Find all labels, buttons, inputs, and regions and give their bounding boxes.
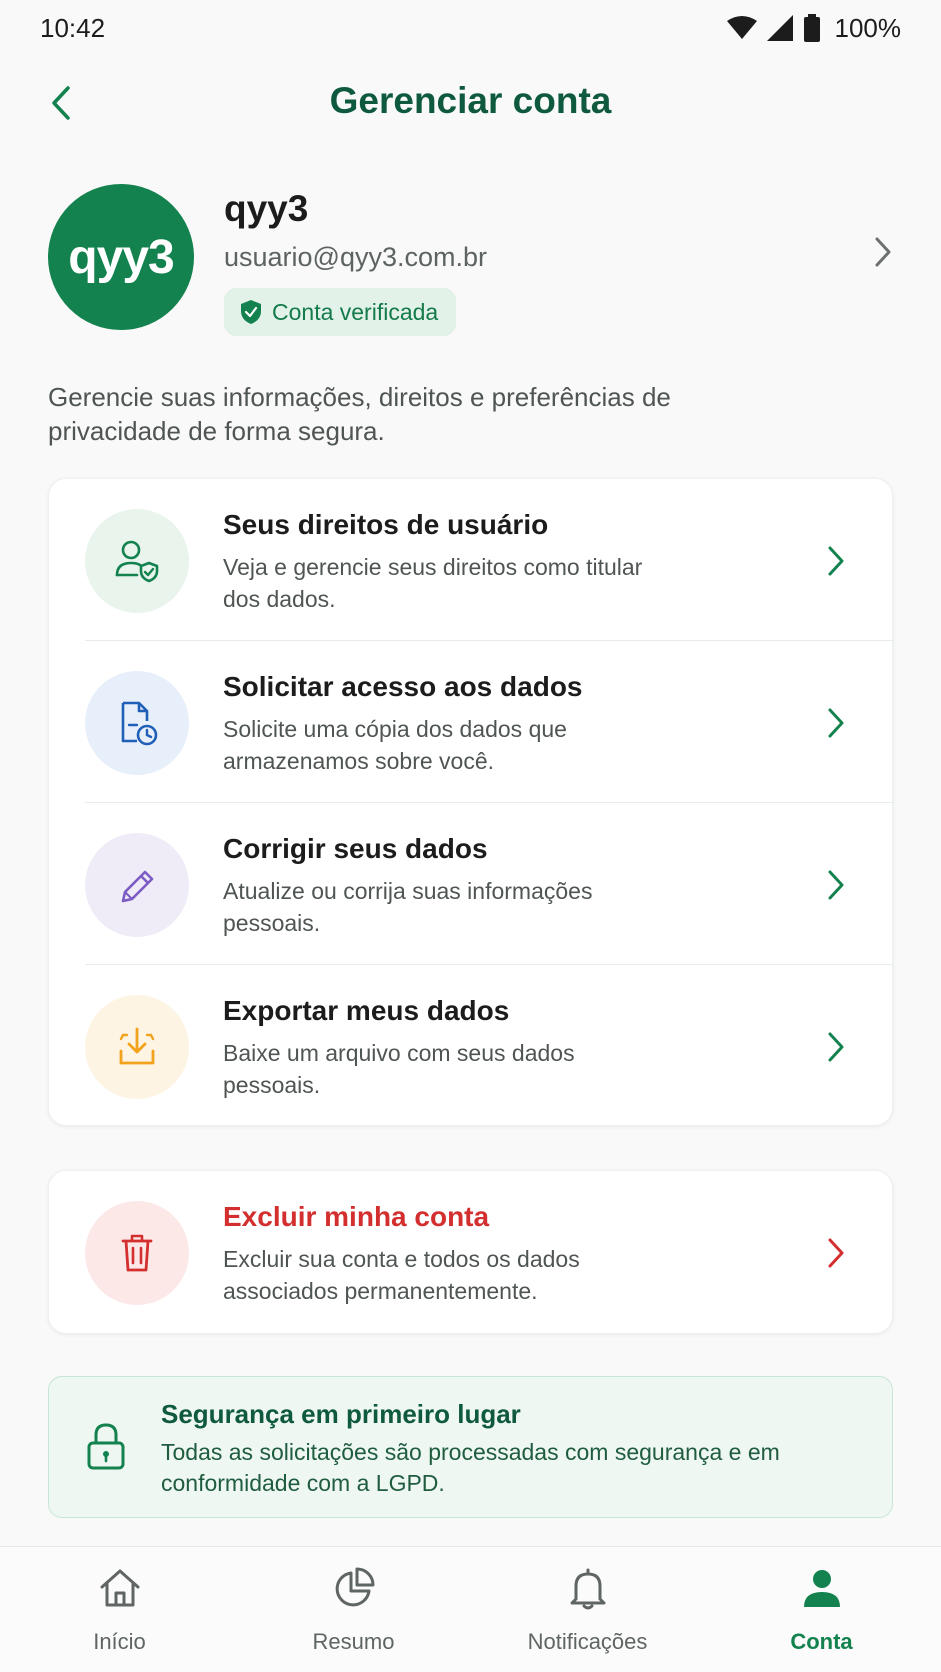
bottom-navigation: Início Resumo Notificações Conta (0, 1546, 941, 1672)
delete-account-card: Excluir minha conta Excluir sua conta e … (48, 1170, 893, 1334)
profile-card[interactable]: qyy3 qyy3 usuario@qyy3.com.br Conta veri… (48, 184, 893, 336)
battery-icon (803, 14, 820, 42)
security-title: Segurança em primeiro lugar (161, 1399, 521, 1429)
row-description: Veja e gerencie seus direitos como titul… (223, 554, 643, 612)
request-access-row[interactable]: Solicitar acesso aos dados Solicite uma … (49, 641, 894, 803)
status-bar: 10:42 100% (0, 0, 941, 56)
delete-title: Excluir minha conta (223, 1201, 490, 1232)
row-title: Seus direitos de usuário (223, 509, 549, 540)
chevron-right-icon (828, 1238, 844, 1268)
user-shield-icon (85, 509, 189, 613)
nav-item-resumo[interactable]: Resumo (236, 1547, 471, 1672)
verified-badge: Conta verificada (224, 288, 457, 336)
download-icon (85, 995, 189, 1099)
delete-description: Excluir sua conta e todos os dados assoc… (223, 1246, 580, 1304)
chevron-right-icon (828, 1032, 844, 1062)
security-notice: Segurança em primeiro lugar Todas as sol… (48, 1376, 893, 1518)
person-icon (704, 1565, 939, 1611)
signal-icon (766, 15, 793, 41)
delete-account-row[interactable]: Excluir minha conta Excluir sua conta e … (49, 1171, 894, 1333)
trash-icon (85, 1201, 189, 1305)
correct-data-row[interactable]: Corrigir seus dados Atualize ou corrija … (49, 803, 894, 965)
options-card: Seus direitos de usuário Veja e gerencie… (48, 478, 894, 1127)
profile-name: qyy3 (224, 188, 309, 229)
row-description: Atualize ou corrija suas informações pes… (223, 878, 593, 936)
lock-icon (87, 1423, 125, 1470)
avatar: qyy3 (48, 184, 194, 330)
nav-item-inicio[interactable]: Início (2, 1547, 237, 1672)
profile-email: usuario@qyy3.com.br (224, 242, 488, 272)
status-icons: 100% (726, 12, 902, 44)
bell-icon (470, 1565, 705, 1611)
row-title: Solicitar acesso aos dados (223, 671, 583, 702)
pie-chart-icon (236, 1565, 471, 1611)
intro-text: Gerencie suas informações, direitos e pr… (48, 382, 671, 446)
verified-badge-label: Conta verificada (272, 298, 439, 325)
wifi-icon (726, 16, 757, 39)
chevron-right-icon (828, 546, 844, 576)
home-icon (2, 1565, 237, 1611)
chevron-right-icon (828, 870, 844, 900)
row-title: Corrigir seus dados (223, 833, 488, 864)
chevron-right-icon (875, 237, 891, 267)
nav-label: Conta (790, 1629, 853, 1654)
row-description: Solicite uma cópia dos dados que armazen… (223, 716, 567, 774)
shield-check-icon (241, 300, 261, 324)
export-data-row[interactable]: Exportar meus dados Baixe um arquivo com… (49, 965, 894, 1127)
row-title: Exportar meus dados (223, 995, 510, 1026)
pencil-icon (85, 833, 189, 937)
nav-item-notificacoes[interactable]: Notificações (470, 1547, 705, 1672)
top-app-bar: Gerenciar conta (0, 66, 941, 140)
document-clock-icon (85, 671, 189, 775)
nav-label: Resumo (312, 1629, 395, 1654)
page-title: Gerenciar conta (329, 80, 612, 121)
nav-item-conta[interactable]: Conta (704, 1547, 939, 1672)
user-rights-row[interactable]: Seus direitos de usuário Veja e gerencie… (49, 479, 894, 641)
nav-label: Início (93, 1629, 146, 1654)
status-time: 10:42 (40, 12, 106, 43)
chevron-right-icon (828, 708, 844, 738)
security-description: Todas as solicitações são processadas co… (161, 1439, 780, 1496)
row-description: Baixe um arquivo com seus dados pessoais… (223, 1040, 575, 1098)
nav-label: Notificações (527, 1629, 648, 1654)
battery-percent: 100% (834, 12, 902, 43)
